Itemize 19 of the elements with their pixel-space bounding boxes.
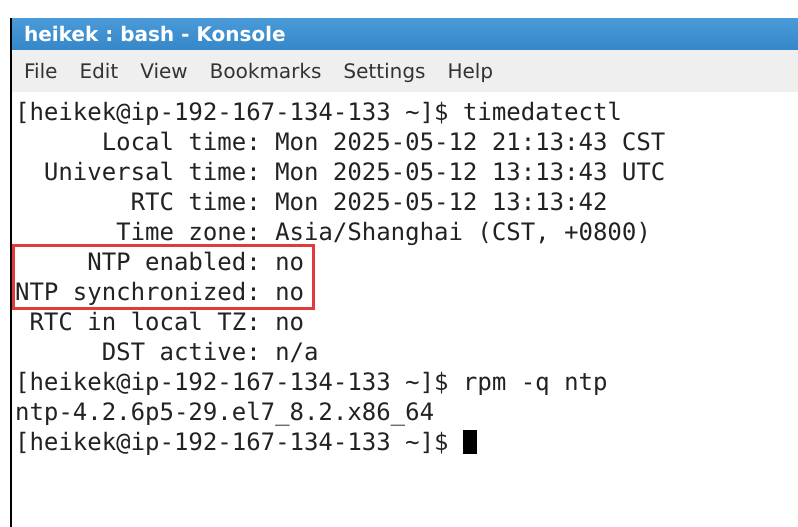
menu-item[interactable]: View [140,56,188,86]
terminal-line: RTC time: Mon 2025-05-12 13:13:42 [130,187,608,218]
terminal-line: [heikek@ip-192-167-134-133 ~]$ [15,427,450,458]
menu-item[interactable]: Settings [343,56,426,86]
menu-item[interactable]: Bookmarks [210,56,322,86]
terminal-line: DST active: n/a [100,337,318,368]
terminal-line: Local time: Mon 2025-05-12 21:13:43 CST [100,127,666,158]
terminal-line: ntp-4.2.6p5-29.el7_8.2.x86_64 [15,397,434,428]
terminal-line: Time zone: Asia/Shanghai (CST, +0800) [115,217,651,248]
terminal-line: [heikek@ip-192-167-134-133 ~]$ timedatectl [15,97,622,128]
menu-item[interactable]: File [24,56,58,86]
menu-item[interactable]: Help [447,56,494,86]
menu-item[interactable]: Edit [79,56,118,86]
terminal-line: [heikek@ip-192-167-134-133 ~]$ rpm -q ntp [15,367,608,398]
terminal-line: NTP enabled: no [86,247,304,278]
terminal-line: RTC in local TZ: no [28,307,304,338]
terminal-line: Universal time: Mon 2025-05-12 13:13:43 UTC [42,157,666,188]
terminal-line: NTP synchronized: no [15,277,304,308]
window-title: heikek : bash - Konsole [24,21,286,48]
